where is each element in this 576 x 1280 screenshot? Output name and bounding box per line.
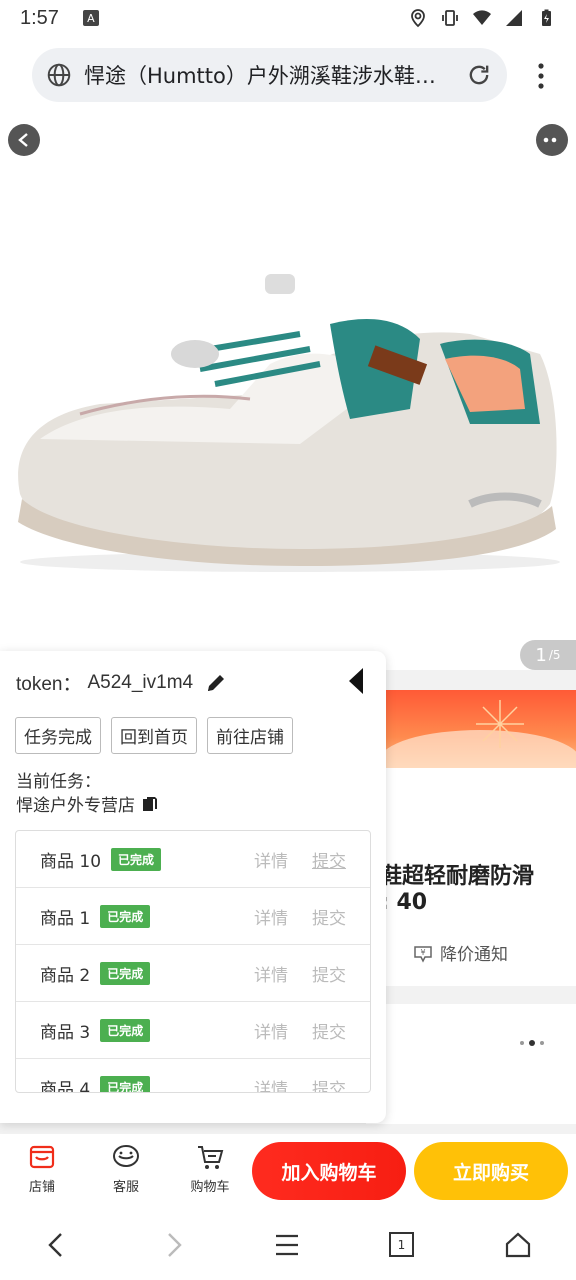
item-name: 商品 1 <box>40 908 91 929</box>
item-name: 商品 4 <box>40 1080 91 1093</box>
back-arrow-icon <box>18 133 28 147</box>
status-badge: 已完成 <box>100 1018 151 1042</box>
product-shoe-image[interactable] <box>0 244 576 574</box>
more-dots-icon[interactable] <box>520 1040 544 1046</box>
cart-label: 购物车 <box>190 1180 230 1195</box>
list-item: 商品 1 已完成 详情 提交 <box>16 888 370 945</box>
task-item-list[interactable]: 商品 10 已完成 详情 提交 商品 1 已完成 详情 提交 商品 2 已完成 … <box>15 830 371 1093</box>
add-to-cart-button[interactable]: 加入购物车 <box>252 1142 406 1200</box>
location-icon <box>411 9 425 28</box>
menu-icon[interactable] <box>272 1230 302 1260</box>
tab-count: 1 <box>397 1237 406 1252</box>
reload-icon[interactable] <box>465 61 493 89</box>
detail-link[interactable]: 详情 <box>254 847 288 872</box>
cart-tab[interactable]: 购物车 <box>180 1142 240 1195</box>
back-button[interactable] <box>8 124 40 156</box>
image-counter-current: 1 <box>535 644 547 666</box>
wifi-icon <box>473 10 491 25</box>
home-icon[interactable] <box>503 1230 533 1260</box>
tabs-button[interactable]: 1 <box>389 1232 414 1257</box>
store-icon <box>29 1145 55 1169</box>
submit-link[interactable]: 提交 <box>312 1075 346 1092</box>
task-panel: token： A524_iv1m4 任务完成 回到首页 前往店铺 当前任务： 悍… <box>0 651 386 1123</box>
store-tab[interactable]: 店铺 <box>12 1142 72 1195</box>
detail-link[interactable]: 详情 <box>254 904 288 929</box>
image-counter: 1/5 <box>520 640 576 670</box>
list-item: 商品 3 已完成 详情 提交 <box>16 1002 370 1059</box>
detail-link[interactable]: 详情 <box>254 1018 288 1043</box>
back-home-button[interactable]: 回到首页 <box>111 717 197 754</box>
copy-icon[interactable] <box>141 795 159 813</box>
detail-link[interactable]: 详情 <box>254 961 288 986</box>
price-notice-label: 降价通知 <box>440 945 508 965</box>
browser-toolbar: 悍途（Humtto）户外溯溪鞋涉水鞋… <box>0 36 576 114</box>
status-a-badge: A <box>82 10 99 26</box>
submit-link[interactable]: 提交 <box>312 961 346 986</box>
image-counter-total: /5 <box>548 648 561 662</box>
token-label: token： <box>16 674 82 695</box>
product-spec-card <box>366 1004 576 1124</box>
collapse-triangle-icon[interactable] <box>348 667 364 695</box>
status-bar: 1:57 A <box>0 0 576 36</box>
service-label: 客服 <box>112 1180 139 1195</box>
product-info-card: 鞋超轻耐磨防滑 : 40 ¥ 降价通知 <box>366 768 576 986</box>
current-task-store: 悍途户外专营店 <box>16 791 159 816</box>
list-item: 商品 10 已完成 详情 提交 <box>16 831 370 888</box>
edit-pencil-icon[interactable] <box>205 672 227 694</box>
status-badge: 已完成 <box>100 961 151 985</box>
back-nav-icon[interactable] <box>42 1230 72 1260</box>
token-row: token： A524_iv1m4 <box>16 669 227 696</box>
bottom-action-bar: 店铺 客服 购物车 加入购物车 立即购买 <box>0 1134 576 1210</box>
status-badge: 已完成 <box>100 904 151 928</box>
more-options-button[interactable] <box>536 124 568 156</box>
submit-link[interactable]: 提交 <box>312 904 346 929</box>
svg-text:¥: ¥ <box>420 948 425 957</box>
list-item: 商品 2 已完成 详情 提交 <box>16 945 370 1002</box>
forward-nav-icon[interactable] <box>158 1230 188 1260</box>
buy-now-button[interactable]: 立即购买 <box>414 1142 568 1200</box>
task-complete-button[interactable]: 任务完成 <box>15 717 101 754</box>
firework-icon <box>476 700 524 748</box>
item-name: 商品 3 <box>40 1022 91 1043</box>
store-label: 店铺 <box>28 1180 55 1195</box>
service-tab[interactable]: 客服 <box>96 1142 156 1195</box>
product-title-line2: : 40 <box>380 890 428 915</box>
signal-icon <box>506 10 522 26</box>
product-title-line1: 鞋超轻耐磨防滑 <box>380 864 535 889</box>
chat-service-icon <box>113 1145 139 1167</box>
promo-banner[interactable] <box>380 690 576 768</box>
url-bar[interactable]: 悍途（Humtto）户外溯溪鞋涉水鞋… <box>32 48 507 102</box>
task-store-name: 悍途户外专营店 <box>16 796 135 816</box>
globe-icon <box>47 63 71 87</box>
go-store-button[interactable]: 前往店铺 <box>207 717 293 754</box>
url-text[interactable]: 悍途（Humtto）户外溯溪鞋涉水鞋… <box>84 60 444 90</box>
more-menu-icon[interactable] <box>536 62 546 90</box>
shopping-cart-icon <box>198 1146 224 1169</box>
list-item: 商品 4 已完成 详情 提交 <box>16 1059 370 1093</box>
panel-button-row: 任务完成 回到首页 前往店铺 <box>15 717 293 754</box>
browser-nav-bar: 1 <box>0 1210 576 1280</box>
detail-link[interactable]: 详情 <box>254 1075 288 1092</box>
product-image-area: 1/5 <box>0 114 576 670</box>
item-name: 商品 2 <box>40 965 91 986</box>
ellipsis-icon <box>543 137 557 143</box>
price-tag-icon: ¥ <box>414 945 432 963</box>
status-icons <box>408 8 556 28</box>
battery-icon <box>542 9 551 26</box>
submit-link[interactable]: 提交 <box>312 1018 346 1043</box>
current-task-label: 当前任务： <box>16 772 101 792</box>
price-notice-button[interactable]: ¥ 降价通知 <box>412 940 508 965</box>
status-time: 1:57 <box>20 6 59 29</box>
status-badge: 已完成 <box>111 847 162 871</box>
status-badge: 已完成 <box>100 1076 151 1092</box>
token-value: A524_iv1m4 <box>87 671 194 693</box>
vibrate-icon <box>442 10 458 26</box>
submit-link[interactable]: 提交 <box>312 847 346 872</box>
item-name: 商品 10 <box>40 851 102 872</box>
